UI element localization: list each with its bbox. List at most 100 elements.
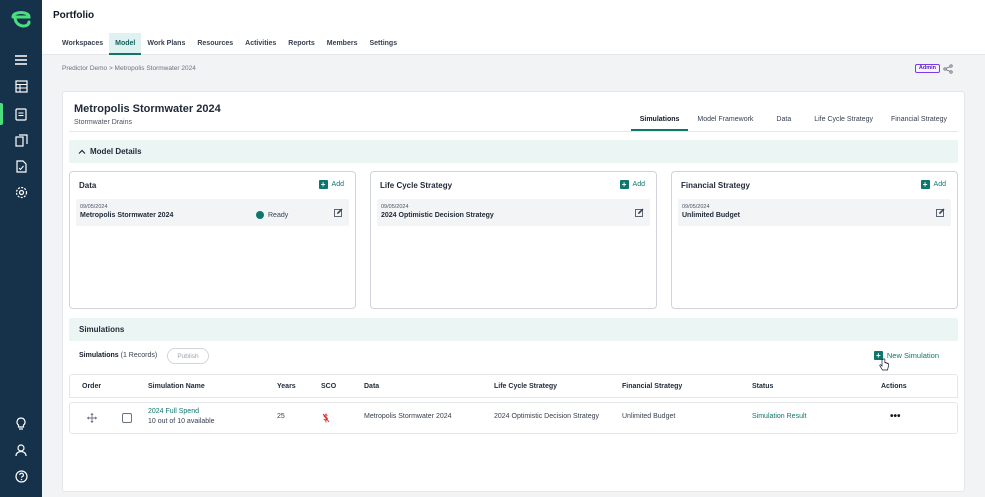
model-tabs: Simulations Model Framework Data Life Cy… [630, 111, 956, 131]
data-item: 09/05/2024 Metropolis Stormwater 2024 Re… [76, 199, 349, 226]
tab-data[interactable]: Data [762, 111, 805, 131]
col-actions: Actions [881, 383, 907, 390]
table-row[interactable]: 2024 Full Spend 10 out of 10 available 2… [69, 402, 958, 434]
nav-tab-activities[interactable]: Activities [239, 33, 282, 55]
active-indicator [0, 103, 3, 125]
tab-financial-strategy[interactable]: Financial Strategy [882, 111, 956, 131]
simulations-count: Simulations (1 Records) [79, 352, 157, 359]
simulations-header-label: Simulations [79, 325, 125, 334]
lightbulb-icon[interactable] [11, 414, 31, 434]
breadcrumb-bar: Predictor Demo > Metropolis Stormwater 2… [62, 61, 965, 79]
simulation-name-link[interactable]: 2024 Full Spend [148, 408, 199, 415]
col-years[interactable]: Years [277, 383, 296, 390]
user-icon[interactable] [11, 440, 31, 460]
tab-life-cycle-strategy[interactable]: Life Cycle Strategy [805, 111, 882, 131]
admin-badge: Admin [914, 64, 940, 73]
simulation-life-cycle-strategy: 2024 Optimistic Decision Strategy [494, 413, 600, 420]
data-add-button[interactable]: + Add [318, 180, 344, 189]
report-icon[interactable] [11, 156, 31, 176]
copy-icon[interactable] [11, 130, 31, 150]
col-financial-strategy[interactable]: Financial Strategy [622, 383, 682, 390]
simulation-data: Metropolis Stormwater 2024 [364, 413, 452, 420]
life-cycle-strategy-card: Life Cycle Strategy + Add 09/05/2024 202… [370, 171, 657, 309]
model-card: Metropolis Stormwater 2024 Stormwater Dr… [62, 91, 965, 492]
more-actions-icon[interactable]: ••• [890, 411, 901, 422]
share-icon[interactable] [943, 64, 953, 74]
help-icon[interactable] [11, 466, 31, 486]
nav-tab-resources[interactable]: Resources [191, 33, 239, 55]
data-card: Data + Add 09/05/2024 Metropolis Stormwa… [69, 171, 356, 309]
nav-tab-work-plans[interactable]: Work Plans [141, 33, 191, 55]
app-title: Portfolio [53, 10, 95, 21]
chevron-up-icon[interactable] [78, 148, 86, 156]
plus-icon: + [619, 180, 629, 189]
nav-tab-workspaces[interactable]: Workspaces [56, 33, 109, 55]
data-card-title: Data [79, 181, 97, 190]
col-order[interactable]: Order [82, 383, 101, 390]
simulations-table-header: Order Simulation Name Years SCO Data Lif… [69, 374, 958, 398]
status-ready: Ready [256, 211, 288, 219]
lcs-item: 09/05/2024 2024 Optimistic Decision Stra… [377, 199, 650, 226]
add-label: Add [331, 181, 344, 188]
fs-add-button[interactable]: + Add [920, 180, 946, 189]
edit-icon[interactable] [635, 208, 644, 217]
sidebar [0, 0, 42, 497]
add-label: Add [632, 181, 645, 188]
col-status[interactable]: Status [752, 383, 773, 390]
model-subtitle: Stormwater Drains [74, 119, 132, 126]
plus-icon: + [318, 180, 328, 189]
tabs-divider [69, 131, 958, 132]
records-count: (1 Records) [120, 352, 158, 359]
nav-tab-members[interactable]: Members [321, 33, 364, 55]
fs-item: 09/05/2024 Unlimited Budget [678, 199, 951, 226]
lcs-item-name: 2024 Optimistic Decision Strategy [381, 212, 494, 219]
row-checkbox[interactable] [122, 413, 132, 423]
logo-icon[interactable] [9, 8, 33, 32]
new-simulation-label: New Simulation [886, 351, 939, 360]
fs-item-date: 09/05/2024 [682, 204, 710, 210]
lcs-card-title: Life Cycle Strategy [380, 181, 453, 190]
edit-icon[interactable] [936, 208, 945, 217]
simulations-header: Simulations [69, 318, 958, 341]
simulation-availability: 10 out of 10 available [148, 418, 215, 425]
col-life-cycle-strategy[interactable]: Life Cycle Strategy [494, 383, 557, 390]
model-details-header[interactable]: Model Details [69, 140, 958, 163]
col-simulation-name[interactable]: Simulation Name [148, 383, 205, 390]
top-header: Portfolio Workspaces Model Work Plans Re… [42, 0, 985, 55]
simulation-financial-strategy: Unlimited Budget [622, 413, 676, 420]
tab-model-framework[interactable]: Model Framework [688, 111, 762, 131]
nav-tab-model[interactable]: Model [109, 33, 142, 55]
data-item-date: 09/05/2024 [80, 204, 108, 210]
nav-tab-reports[interactable]: Reports [282, 33, 320, 55]
status-label: Ready [268, 211, 289, 219]
status-dot [256, 211, 264, 219]
fs-card-title: Financial Strategy [681, 181, 750, 190]
tab-simulations[interactable]: Simulations [630, 111, 689, 131]
nav-tabs: Workspaces Model Work Plans Resources Ac… [56, 33, 403, 55]
model-title: Metropolis Stormwater 2024 [74, 103, 221, 115]
fs-item-name: Unlimited Budget [682, 212, 740, 219]
plus-icon: + [920, 180, 930, 189]
simulations-label: Simulations [79, 352, 119, 359]
nav-tab-settings[interactable]: Settings [363, 33, 403, 55]
model-details-label: Model Details [90, 147, 142, 156]
col-sco[interactable]: SCO [321, 383, 336, 390]
edit-icon[interactable] [334, 208, 343, 217]
financial-strategy-card: Financial Strategy + Add 09/05/2024 Unli… [671, 171, 958, 309]
lcs-add-button[interactable]: + Add [619, 180, 645, 189]
simulation-years: 25 [277, 413, 285, 420]
menu-icon[interactable] [11, 50, 31, 70]
lcs-item-date: 09/05/2024 [381, 204, 409, 210]
sco-dollar-icon [322, 413, 330, 423]
drag-handle-icon[interactable] [87, 413, 97, 423]
breadcrumb[interactable]: Predictor Demo > Metropolis Stormwater 2… [62, 65, 196, 72]
data-item-name: Metropolis Stormwater 2024 [80, 212, 174, 219]
hand-cursor-icon [879, 358, 889, 371]
add-label: Add [933, 181, 946, 188]
simulation-result-link[interactable]: Simulation Result [752, 413, 806, 420]
table-icon[interactable] [11, 76, 31, 96]
publish-button[interactable]: Publish [167, 348, 209, 364]
col-data[interactable]: Data [364, 383, 379, 390]
settings-gear-icon[interactable] [11, 182, 31, 202]
model-icon[interactable] [11, 104, 31, 124]
